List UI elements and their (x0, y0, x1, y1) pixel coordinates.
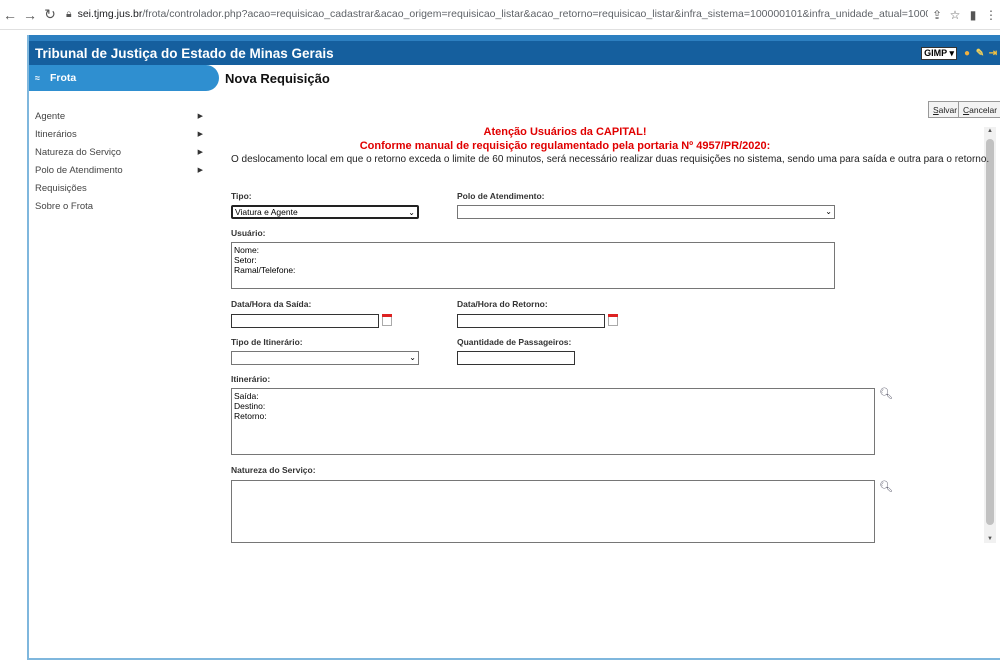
retorno-input[interactable] (457, 314, 605, 328)
polo-label: Polo de Atendimento: (457, 191, 545, 201)
polo-select[interactable]: ⌄ (457, 205, 835, 219)
address-bar[interactable]: 🔒︎ sei.tjmg.jus.br/frota/controlador.php?… (66, 8, 928, 21)
bookmark-star-icon[interactable]: ☆ (946, 8, 964, 22)
browser-toolbar: ← → ↻ 🔒︎ sei.tjmg.jus.br/frota/controlado… (0, 0, 1000, 30)
scroll-down-icon[interactable]: ▼ (987, 536, 993, 542)
search-magnifier-icon[interactable]: 🔍︎ (879, 480, 893, 493)
sidebar-item-sobre[interactable]: Sobre o Frota (29, 197, 209, 215)
tipo-itinerario-label: Tipo de Itinerário: (231, 337, 303, 347)
lock-icon: 🔒︎ (66, 8, 72, 20)
exit-icon[interactable]: ⇥ (987, 48, 999, 59)
submenu-arrow-icon: ▶ (197, 131, 203, 138)
url-path: /frota/controlador.php?acao=requisicao_c… (142, 8, 928, 20)
menu-head-label: Frota (49, 72, 77, 84)
saida-label: Data/Hora da Saída: (231, 299, 312, 309)
sidepanel-icon[interactable]: ▮ (964, 8, 982, 22)
submenu-arrow-icon: ▶ (197, 167, 203, 174)
cancel-button[interactable]: Cancelar (958, 101, 1000, 118)
calendar-icon[interactable] (382, 314, 392, 326)
url-host: sei.tjmg.jus.br (77, 8, 143, 20)
sidebar-item-requisicoes[interactable]: Requisições (29, 179, 209, 197)
calendar-icon[interactable] (608, 314, 618, 326)
sidebar-item-agente[interactable]: Agente ▶ (29, 107, 209, 125)
menu-head-frota[interactable]: ≈ Frota (29, 65, 219, 91)
sidebar-item-natureza[interactable]: Natureza do Serviço ▶ (29, 143, 209, 161)
reload-icon[interactable]: ↻ (40, 6, 60, 23)
app-frame: Tribunal de Justiça do Estado de Minas G… (27, 35, 1000, 660)
retorno-label: Data/Hora do Retorno: (457, 299, 548, 309)
usuario-label: Usuário: (231, 228, 266, 238)
natureza-textarea[interactable] (231, 480, 875, 543)
sidebar-item-itinerarios[interactable]: Itinerários ▶ (29, 125, 209, 143)
warning-subtitle: Conforme manual de requisição regulament… (359, 140, 771, 152)
passageiros-input[interactable] (457, 351, 575, 365)
scroll-thumb[interactable] (986, 139, 994, 525)
tipo-itinerario-select[interactable]: ⌄ (231, 351, 419, 365)
chevron-down-icon: ⌄ (409, 353, 416, 362)
back-icon[interactable]: ← (0, 7, 20, 23)
itinerario-textarea[interactable]: Saída: Destino: Retorno: (231, 388, 875, 455)
warning-title: Atenção Usuários da CAPITAL! (483, 126, 647, 138)
app-title: Tribunal de Justiça do Estado de Minas G… (35, 45, 334, 61)
share-icon[interactable]: ⇪ (928, 8, 946, 22)
tipo-select[interactable]: Viatura e Agente ⌄ (231, 205, 419, 219)
sidebar-item-polo[interactable]: Polo de Atendimento ▶ (29, 161, 209, 179)
itinerario-label: Itinerário: (231, 374, 271, 384)
natureza-label: Natureza do Serviço: (231, 465, 316, 475)
page-scrollbar[interactable]: ▲ ▼ (984, 127, 996, 543)
collapse-chevron-icon[interactable]: ≈ (35, 73, 40, 83)
notice-text: O deslocamento local em que o retorno ex… (231, 154, 990, 165)
unit-select[interactable]: GIMP ▾ (921, 46, 957, 60)
forward-icon[interactable]: → (20, 7, 40, 23)
tools-icon[interactable]: ✎ (974, 48, 986, 59)
tipo-label: Tipo: (231, 191, 252, 201)
chevron-down-icon: ⌄ (408, 208, 415, 217)
passageiros-label: Quantidade de Passageiros: (457, 337, 572, 347)
sidebar-menu: Agente ▶ Itinerários ▶ Natureza do Serviço… (29, 107, 209, 215)
user-icon[interactable]: ● (961, 48, 973, 59)
submenu-arrow-icon: ▶ (197, 113, 203, 120)
submenu-arrow-icon: ▶ (197, 149, 203, 156)
scroll-up-icon[interactable]: ▲ (987, 128, 993, 134)
save-button[interactable]: Salvar (928, 101, 963, 118)
app-header: Tribunal de Justiça do Estado de Minas G… (29, 35, 1000, 65)
page-title: Nova Requisição (225, 71, 330, 86)
usuario-textarea[interactable]: Nome: Setor: Ramal/Telefone: (231, 242, 835, 289)
search-magnifier-icon[interactable]: 🔍︎ (879, 387, 893, 400)
saida-input[interactable] (231, 314, 379, 328)
chevron-down-icon: ⌄ (825, 207, 832, 216)
kebab-menu-icon[interactable]: ⋮ (982, 8, 1000, 22)
